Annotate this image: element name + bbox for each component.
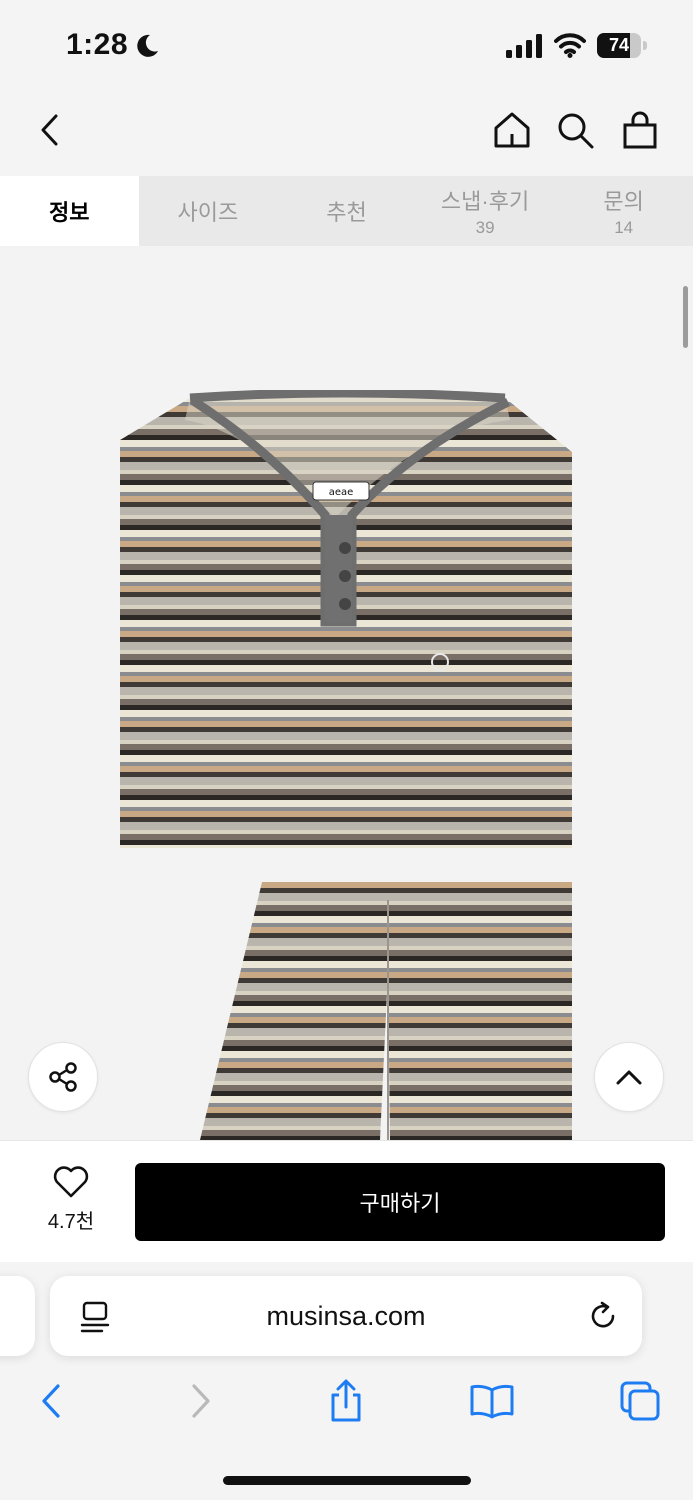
tab-size[interactable]: 사이즈 <box>139 176 278 246</box>
heart-icon <box>53 1166 89 1198</box>
home-icon <box>494 112 530 148</box>
tab-label: 사이즈 <box>177 200 239 225</box>
share-button[interactable] <box>28 1042 98 1112</box>
tabs-icon <box>620 1381 660 1421</box>
scroll-indicator[interactable] <box>683 286 688 348</box>
scroll-to-top-button[interactable] <box>594 1042 664 1112</box>
share-icon <box>49 1062 77 1092</box>
wifi-icon <box>554 33 586 58</box>
like-count: 4.7천 <box>47 1211 95 1233</box>
url-text: musinsa.com <box>266 1301 426 1331</box>
neck-label-text: aeae <box>329 487 354 498</box>
battery-level-text: 74 <box>608 35 630 55</box>
tab-inquiry[interactable]: 문의 14 <box>554 176 693 246</box>
home-indicator[interactable] <box>223 1476 471 1485</box>
shopping-bag-icon <box>623 111 657 149</box>
striped-hoodie-image: aeae <box>120 390 572 848</box>
chevron-left-icon <box>42 1384 60 1418</box>
previous-tab-card[interactable] <box>0 1276 35 1356</box>
browser-forward-button[interactable] <box>178 1378 224 1424</box>
home-button[interactable] <box>490 108 534 152</box>
striped-pants-image <box>200 882 572 1140</box>
chevron-right-icon <box>192 1384 210 1418</box>
tab-label: 스냅·후기 <box>440 189 530 214</box>
chevron-up-icon <box>616 1070 642 1085</box>
tab-snap-review[interactable]: 스냅·후기 39 <box>416 176 555 246</box>
tab-label: 추천 <box>326 200 367 225</box>
purchase-bar: 4.7천 구매하기 <box>0 1140 693 1262</box>
buy-button[interactable]: 구매하기 <box>135 1163 665 1241</box>
tab-recommend[interactable]: 추천 <box>277 176 416 246</box>
moon-icon <box>137 34 158 57</box>
reload-icon[interactable] <box>587 1300 619 1332</box>
address-bar[interactable]: musinsa.com <box>50 1276 642 1356</box>
status-bar: 1:28 74 <box>0 0 693 92</box>
battery-indicator: 74 <box>597 33 647 58</box>
search-button[interactable] <box>553 108 597 152</box>
tab-count: 14 <box>614 218 634 237</box>
book-icon <box>470 1384 514 1419</box>
like-button[interactable]: 4.7천 <box>30 1165 112 1237</box>
back-button[interactable] <box>28 108 72 152</box>
tab-label: 문의 <box>603 189 644 214</box>
chevron-left-icon <box>41 114 58 146</box>
product-tabs: 정보 사이즈 추천 스냅·후기 39 문의 14 <box>0 176 693 246</box>
share-sheet-icon <box>331 1379 361 1422</box>
browser-back-button[interactable] <box>28 1378 74 1424</box>
cellular-signal-icon <box>506 34 542 58</box>
browser-chrome: musinsa.com <box>0 1262 693 1500</box>
tab-count: 39 <box>475 218 495 237</box>
bookmarks-button[interactable] <box>469 1378 515 1424</box>
share-sheet-button[interactable] <box>323 1378 369 1424</box>
nav-header <box>0 92 693 176</box>
tab-info[interactable]: 정보 <box>0 176 139 246</box>
status-time: 1:28 <box>66 28 129 61</box>
search-icon <box>558 113 594 149</box>
tab-label: 정보 <box>49 200 90 225</box>
cart-button[interactable] <box>618 108 662 152</box>
product-image-area[interactable]: aeae <box>0 246 693 1140</box>
tabs-button[interactable] <box>617 1378 663 1424</box>
